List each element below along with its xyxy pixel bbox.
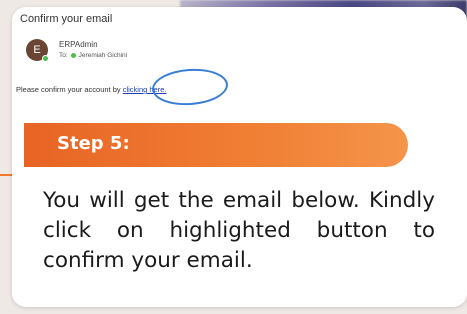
step-label: Step 5: bbox=[57, 133, 130, 154]
email-body-text: Please confirm your account by bbox=[16, 85, 123, 94]
recipient-name: Jeremiah Gichini bbox=[78, 52, 128, 59]
instruction-text: You will get the email below. Kindly cli… bbox=[43, 188, 435, 273]
highlight-circle bbox=[150, 66, 230, 108]
email-body: Please confirm your account by clicking … bbox=[16, 85, 167, 94]
email-subject: Confirm your email bbox=[20, 13, 113, 25]
to-label: To: bbox=[59, 52, 68, 59]
instruction-card: Confirm your email E ERPAdmin To: Jeremi… bbox=[12, 7, 467, 307]
recipient-status-icon bbox=[70, 53, 76, 58]
online-status-icon bbox=[42, 55, 49, 62]
recipient-row: To: Jeremiah Gichini bbox=[59, 52, 127, 59]
sender-name: ERPAdmin bbox=[59, 40, 98, 49]
